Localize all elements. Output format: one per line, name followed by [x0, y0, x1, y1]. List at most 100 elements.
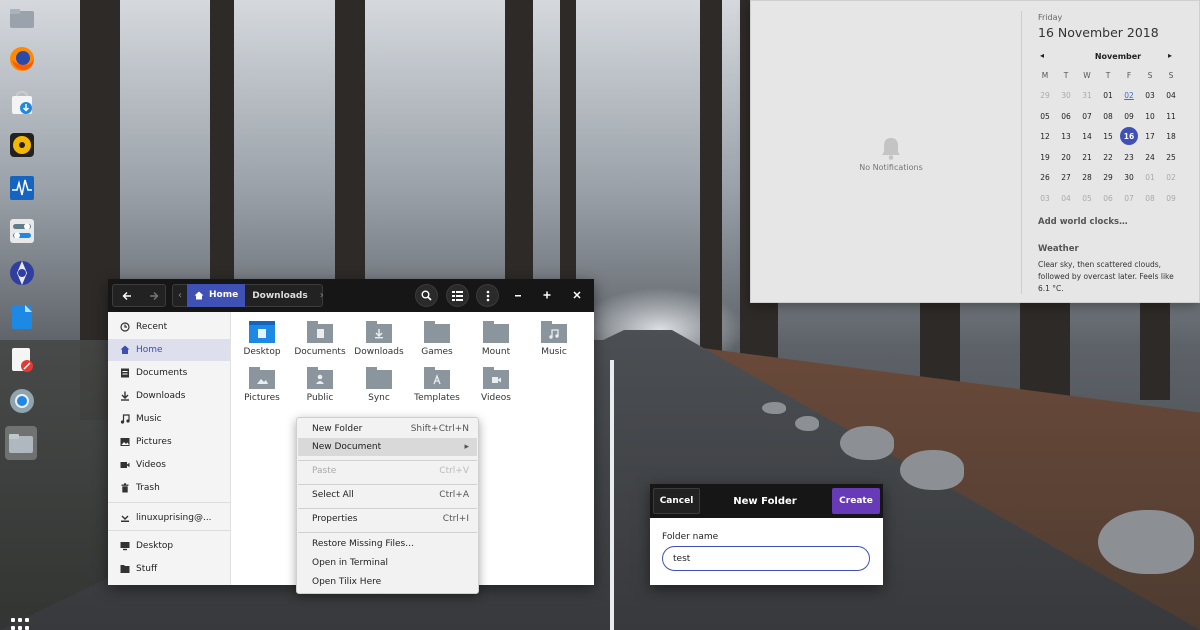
- calendar-day[interactable]: 01: [1140, 169, 1160, 186]
- back-button[interactable]: [113, 285, 140, 306]
- sidebar-item-recent[interactable]: Recent: [108, 316, 230, 338]
- sidebar-item-documents[interactable]: Documents: [108, 362, 230, 384]
- calendar-day[interactable]: 01: [1098, 87, 1118, 104]
- calendar-day[interactable]: 14: [1077, 128, 1097, 145]
- breadcrumb-downloads[interactable]: Downloads: [245, 291, 315, 301]
- menu-item-open-in-terminal[interactable]: Open in Terminal: [298, 554, 477, 572]
- calendar-day[interactable]: 13: [1056, 128, 1076, 145]
- calendar-day[interactable]: 07: [1077, 108, 1097, 125]
- calendar-day[interactable]: 26: [1035, 169, 1055, 186]
- sidebar-item-pictures[interactable]: Pictures: [108, 431, 230, 453]
- add-world-clocks-link[interactable]: Add world clocks…: [1038, 217, 1128, 227]
- menu-button[interactable]: [476, 284, 499, 307]
- calendar-day[interactable]: 30: [1056, 87, 1076, 104]
- file-item-games[interactable]: Games: [406, 315, 468, 357]
- firefox-icon[interactable]: [7, 44, 37, 74]
- menu-item-open-tilix-here[interactable]: Open Tilix Here: [298, 573, 477, 591]
- sidebar-item-stuff[interactable]: Stuff: [108, 558, 230, 580]
- calendar-day[interactable]: 20: [1056, 149, 1076, 166]
- file-item-music[interactable]: Music: [523, 315, 585, 357]
- file-item-videos[interactable]: Videos: [465, 361, 527, 403]
- calendar-day[interactable]: 08: [1098, 108, 1118, 125]
- calendar-day[interactable]: 03: [1035, 190, 1055, 207]
- calendar-day[interactable]: 16: [1119, 127, 1139, 146]
- calendar-day[interactable]: 11: [1161, 108, 1181, 125]
- calendar-day[interactable]: 22: [1098, 149, 1118, 166]
- calendar-day[interactable]: 19: [1035, 149, 1055, 166]
- sidebar-item-desktop[interactable]: Desktop: [108, 535, 230, 557]
- calendar-day[interactable]: 30: [1119, 169, 1139, 186]
- calendar-day[interactable]: 15: [1098, 128, 1118, 145]
- file-item-documents[interactable]: Documents: [289, 315, 351, 357]
- calendar-day[interactable]: 09: [1161, 190, 1181, 207]
- menu-item-restore-missing-files[interactable]: Restore Missing Files…: [298, 535, 477, 553]
- sidebar-item-videos[interactable]: Videos: [108, 454, 230, 476]
- file-item-desktop[interactable]: Desktop: [231, 315, 293, 357]
- system-monitor-icon[interactable]: [7, 173, 37, 203]
- calendar-day[interactable]: 17: [1140, 128, 1160, 145]
- software-store-icon[interactable]: [7, 88, 37, 118]
- shutter-icon[interactable]: [7, 258, 37, 288]
- maximize-button[interactable]: [540, 288, 554, 302]
- calendar-day[interactable]: 08: [1140, 190, 1160, 207]
- sidebar-item-trash[interactable]: Trash: [108, 477, 230, 499]
- calendar-day[interactable]: 04: [1161, 87, 1181, 104]
- files-app-active-icon[interactable]: [5, 426, 37, 460]
- menu-item-new-folder[interactable]: New Folder Shift+Ctrl+N: [298, 420, 477, 438]
- calendar-day[interactable]: 05: [1035, 108, 1055, 125]
- show-applications-icon[interactable]: [11, 618, 33, 630]
- path-right-arrow-icon[interactable]: ›: [315, 290, 329, 301]
- menu-item-properties[interactable]: Properties Ctrl+I: [298, 510, 477, 528]
- settings-toggle-icon[interactable]: [7, 216, 37, 246]
- calendar-day[interactable]: 31: [1077, 87, 1097, 104]
- file-item-templates[interactable]: Templates: [406, 361, 468, 403]
- calendar-day[interactable]: 07: [1119, 190, 1139, 207]
- calendar-day[interactable]: 12: [1035, 128, 1055, 145]
- calendar-day[interactable]: 25: [1161, 149, 1181, 166]
- breadcrumb-home[interactable]: Home: [187, 283, 246, 307]
- menu-item-select-all[interactable]: Select All Ctrl+A: [298, 486, 477, 504]
- close-button[interactable]: [570, 288, 584, 302]
- calendar-day[interactable]: 06: [1098, 190, 1118, 207]
- calendar-day[interactable]: 27: [1056, 169, 1076, 186]
- chromium-icon[interactable]: [7, 386, 37, 416]
- calendar-day[interactable]: 18: [1161, 128, 1181, 145]
- create-button[interactable]: Create: [832, 488, 880, 514]
- file-item-downloads[interactable]: Downloads: [348, 315, 410, 357]
- folder-name-input[interactable]: [662, 546, 870, 571]
- file-item-sync[interactable]: Sync: [348, 361, 410, 403]
- calendar-day[interactable]: 02: [1119, 87, 1139, 104]
- calendar-day[interactable]: 29: [1035, 87, 1055, 104]
- calendar-day[interactable]: 24: [1140, 149, 1160, 166]
- menu-item-new-document[interactable]: New Document ▸: [298, 438, 477, 456]
- previous-month-button[interactable]: ◂: [1040, 51, 1044, 60]
- calendar-day[interactable]: 06: [1056, 108, 1076, 125]
- calendar-day[interactable]: 23: [1119, 149, 1139, 166]
- weekday-label[interactable]: Friday: [1038, 13, 1062, 22]
- text-editor-icon[interactable]: [7, 345, 37, 375]
- search-button[interactable]: [415, 284, 438, 307]
- minimize-button[interactable]: [511, 288, 525, 302]
- calendar-day[interactable]: 04: [1056, 190, 1076, 207]
- calendar-day[interactable]: 10: [1140, 108, 1160, 125]
- files-app-icon[interactable]: [7, 3, 37, 33]
- calendar-day[interactable]: 03: [1140, 87, 1160, 104]
- sidebar-item-home[interactable]: Home: [108, 339, 230, 361]
- calendar-day[interactable]: 29: [1098, 169, 1118, 186]
- music-player-icon[interactable]: [7, 130, 37, 160]
- sidebar-item-music[interactable]: Music: [108, 408, 230, 430]
- forward-button[interactable]: [140, 285, 167, 306]
- sidebar-item-downloads[interactable]: Downloads: [108, 385, 230, 407]
- date-label[interactable]: 16 November 2018: [1038, 25, 1159, 40]
- cancel-button[interactable]: Cancel: [653, 488, 700, 514]
- file-item-pictures[interactable]: Pictures: [231, 361, 293, 403]
- calendar-day[interactable]: 21: [1077, 149, 1097, 166]
- calendar-day[interactable]: 02: [1161, 169, 1181, 186]
- document-viewer-icon[interactable]: [7, 302, 37, 332]
- calendar-day[interactable]: 28: [1077, 169, 1097, 186]
- file-item-public[interactable]: Public: [289, 361, 351, 403]
- sidebar-item-network[interactable]: linuxuprising@...: [108, 507, 230, 529]
- next-month-button[interactable]: ▸: [1168, 51, 1172, 60]
- path-left-arrow-icon[interactable]: ‹: [173, 290, 187, 301]
- file-item-mount[interactable]: Mount: [465, 315, 527, 357]
